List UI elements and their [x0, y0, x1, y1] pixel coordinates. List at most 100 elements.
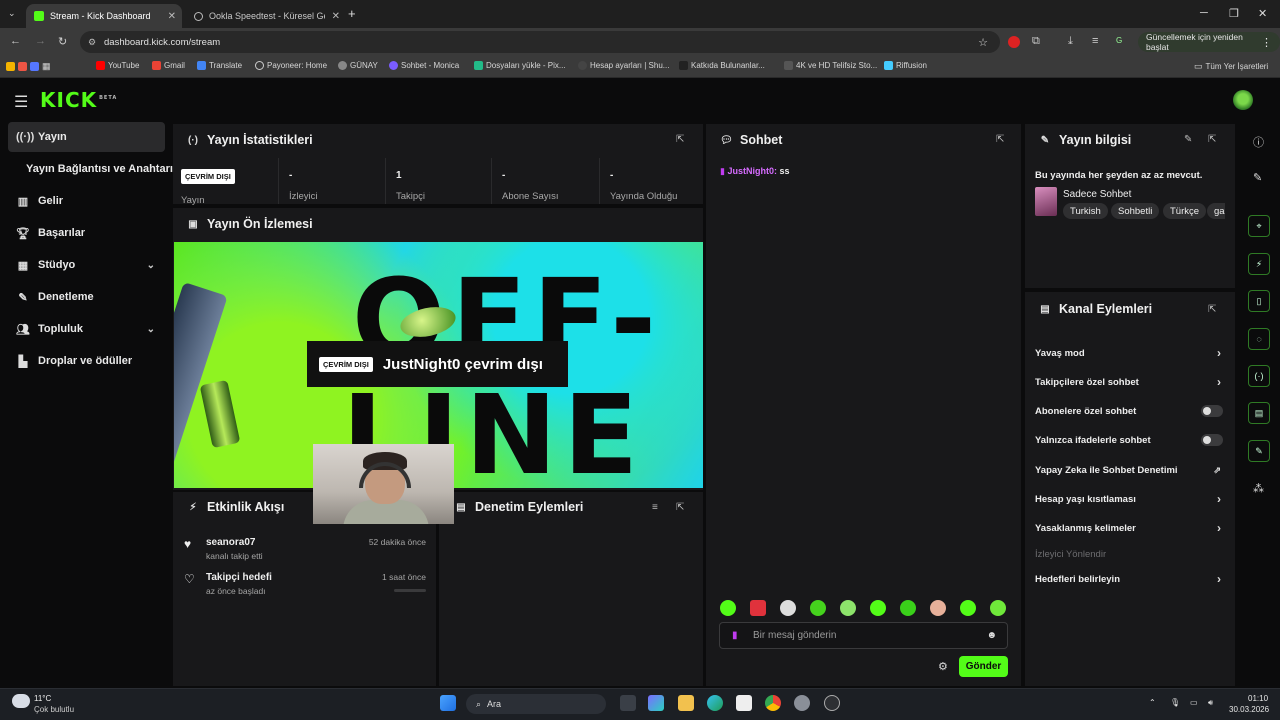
clock-time[interactable]: 01:10 [1248, 694, 1268, 703]
sidebar-item-droplar[interactable]: ▙ Droplar ve ödüller [8, 347, 165, 375]
bookmark-riffusion[interactable]: Riffusion [884, 61, 927, 70]
volume-icon[interactable]: 🔊︎ [1208, 698, 1213, 708]
bookmark-gunay[interactable]: GÜNAY [338, 61, 378, 70]
emote-icon[interactable] [720, 600, 736, 616]
network-icon[interactable]: ▭ [1190, 698, 1198, 707]
channel-actions-title: ▤ Kanal Eylemleri [1040, 302, 1153, 316]
reload-icon[interactable]: ↻ [58, 35, 67, 48]
chat-message-input[interactable]: ▮ Bir mesaj gönderin ☻ [719, 622, 1008, 649]
sidebar-item-basarilar[interactable]: 🏆︎ Başarılar [8, 219, 165, 247]
sidebar-item-yayin[interactable]: ((·)) Yayın [8, 122, 165, 152]
emote-icon[interactable] [840, 600, 856, 616]
emotes-only-toggle[interactable] [1201, 434, 1223, 446]
chat-settings-icon[interactable]: ⚙ [938, 660, 948, 673]
tray-chevron-icon[interactable]: ⌃ [1149, 698, 1156, 707]
channel-action-slow-mode[interactable]: Yavaş mod › [1035, 344, 1225, 362]
filter-icon[interactable]: ≡ [652, 502, 658, 513]
close-tab-icon[interactable]: ✕ [168, 11, 176, 22]
copilot-icon[interactable] [648, 695, 664, 711]
hamburger-menu-icon[interactable]: ☰ [14, 92, 28, 112]
popout-icon[interactable]: ⇱ [1208, 304, 1216, 315]
sidebar-item-stream-key[interactable]: Yayın Bağlantısı ve Anahtarı [8, 155, 178, 183]
bookmark-youtube[interactable]: YouTube [96, 61, 139, 70]
tag-pill[interactable]: Turkish [1063, 203, 1108, 219]
bookmark-payoneer[interactable]: Payoneer: Home [255, 61, 327, 70]
popout-icon[interactable]: ⇱ [676, 134, 684, 145]
weather-icon[interactable] [12, 694, 30, 708]
close-window-icon[interactable]: ✕ [1258, 7, 1267, 20]
rail-broadcast-icon[interactable]: (·) [1248, 365, 1270, 387]
emote-icon[interactable] [930, 600, 946, 616]
close-tab-icon[interactable]: ✕ [332, 11, 340, 22]
sidebar-item-gelir[interactable]: ▥ Gelir [8, 187, 165, 215]
sidebar-item-studyo[interactable]: ▦ Stüdyo ⌄ [8, 251, 165, 279]
tab-search-icon[interactable]: ⌄ [8, 8, 16, 19]
forward-icon[interactable]: → [35, 35, 46, 47]
edge-icon[interactable] [707, 695, 723, 711]
rail-apps-icon[interactable]: ⁂ [1253, 482, 1264, 495]
emote-icon[interactable] [780, 600, 796, 616]
file-explorer-icon[interactable] [678, 695, 694, 711]
channel-action-account-age[interactable]: Hesap yaşı kısıtlaması › [1035, 490, 1225, 508]
bookmark-monica[interactable]: Sohbet - Monica [389, 61, 459, 70]
bookmark-star-icon[interactable]: ☆ [978, 36, 988, 49]
rail-capture-icon[interactable]: ⌖ [1248, 215, 1270, 237]
bookmark-contributors[interactable]: Katkıda Bulunanlar... [679, 61, 765, 70]
rail-server-icon[interactable]: ▤ [1248, 402, 1270, 424]
new-tab-button[interactable]: + [348, 6, 356, 21]
emote-icon[interactable] [750, 600, 766, 616]
bookmark-gmail[interactable]: Gmail [152, 61, 185, 70]
user-avatar[interactable] [1233, 90, 1253, 110]
emote-icon[interactable] [960, 600, 976, 616]
bookmark-translate[interactable]: Translate [197, 61, 242, 70]
obs-icon[interactable] [824, 695, 840, 711]
rail-chat-icon[interactable]: ◌ [1248, 328, 1270, 350]
channel-action-followers-only[interactable]: Takipçilere özel sohbet › [1035, 373, 1225, 391]
tab-kick-dashboard[interactable]: Stream - Kick Dashboard ✕ [26, 4, 182, 28]
bookmark-shutterstock[interactable]: Hesap ayarları | Shu... [578, 61, 669, 70]
popout-icon[interactable]: ⇱ [996, 134, 1004, 145]
settings-icon[interactable] [794, 695, 810, 711]
bookmark-pixeldrain[interactable]: Dosyaları yükle - Pix... [474, 61, 566, 70]
apps-icon[interactable]: ▦ [6, 61, 51, 72]
rail-document-icon[interactable]: ▯ [1248, 290, 1270, 312]
site-info-icon[interactable]: ⚙ [88, 37, 96, 48]
rail-wrench-icon[interactable]: ✎ [1248, 440, 1270, 462]
emoji-icon[interactable]: ☻ [986, 630, 997, 641]
rail-lightning-icon[interactable]: ⚡︎ [1248, 253, 1270, 275]
popout-icon[interactable]: ⇱ [676, 502, 684, 513]
windows-start-icon[interactable] [440, 695, 456, 711]
emote-icon[interactable] [900, 600, 916, 616]
maximize-icon[interactable]: ❐ [1229, 7, 1239, 20]
send-button[interactable]: Gönder [959, 656, 1008, 677]
subscribers-only-toggle[interactable] [1201, 405, 1223, 417]
menu-dots-icon[interactable]: ⋮ [1261, 36, 1272, 49]
channel-action-ai-moderation[interactable]: Yapay Zeka ile Sohbet Denetimi ⇗ [1035, 461, 1225, 479]
chrome-icon[interactable] [765, 695, 781, 711]
mic-tray-icon[interactable]: 🎙︎ [1170, 698, 1180, 707]
stock-icon [784, 61, 793, 70]
sidebar-item-denetleme[interactable]: ✎ Denetleme [8, 283, 165, 311]
pencil-icon[interactable]: ✎ [1253, 171, 1262, 184]
extension-adblock-icon[interactable] [1008, 36, 1020, 48]
back-icon[interactable]: ← [10, 35, 21, 47]
channel-action-goals[interactable]: Hedefleri belirleyin › [1035, 570, 1225, 588]
tag-pill[interactable]: Sohbetli [1111, 203, 1160, 219]
chat-username[interactable]: JustNight0: [727, 166, 777, 176]
channel-action-banned-words[interactable]: Yasaklanmış kelimeler › [1035, 519, 1225, 537]
extensions-icon[interactable]: ⧉ [1032, 35, 1040, 48]
tab-speedtest[interactable]: Ookla Speedtest - Küresel Geni ✕ [186, 4, 346, 28]
kick-logo[interactable]: KICK BETA [40, 88, 117, 112]
taskbar-search[interactable]: ⌕ Ara [466, 694, 606, 714]
tag-pill[interactable]: ga [1207, 203, 1225, 219]
emote-icon[interactable] [870, 600, 886, 616]
store-icon[interactable] [736, 695, 752, 711]
task-view-icon[interactable] [620, 695, 636, 711]
emote-icon[interactable] [810, 600, 826, 616]
sidebar-item-topluluk[interactable]: 👥︎ Topluluk ⌄ [8, 315, 165, 343]
tag-pill[interactable]: Türkçe [1163, 203, 1207, 219]
url-field[interactable]: ⚙ dashboard.kick.com/stream ☆ [80, 31, 1000, 53]
emote-icon[interactable] [990, 600, 1006, 616]
info-icon[interactable]: ⓘ [1253, 134, 1264, 150]
bookmark-stock[interactable]: 4K ve HD Telifsiz Sto... [784, 61, 877, 70]
